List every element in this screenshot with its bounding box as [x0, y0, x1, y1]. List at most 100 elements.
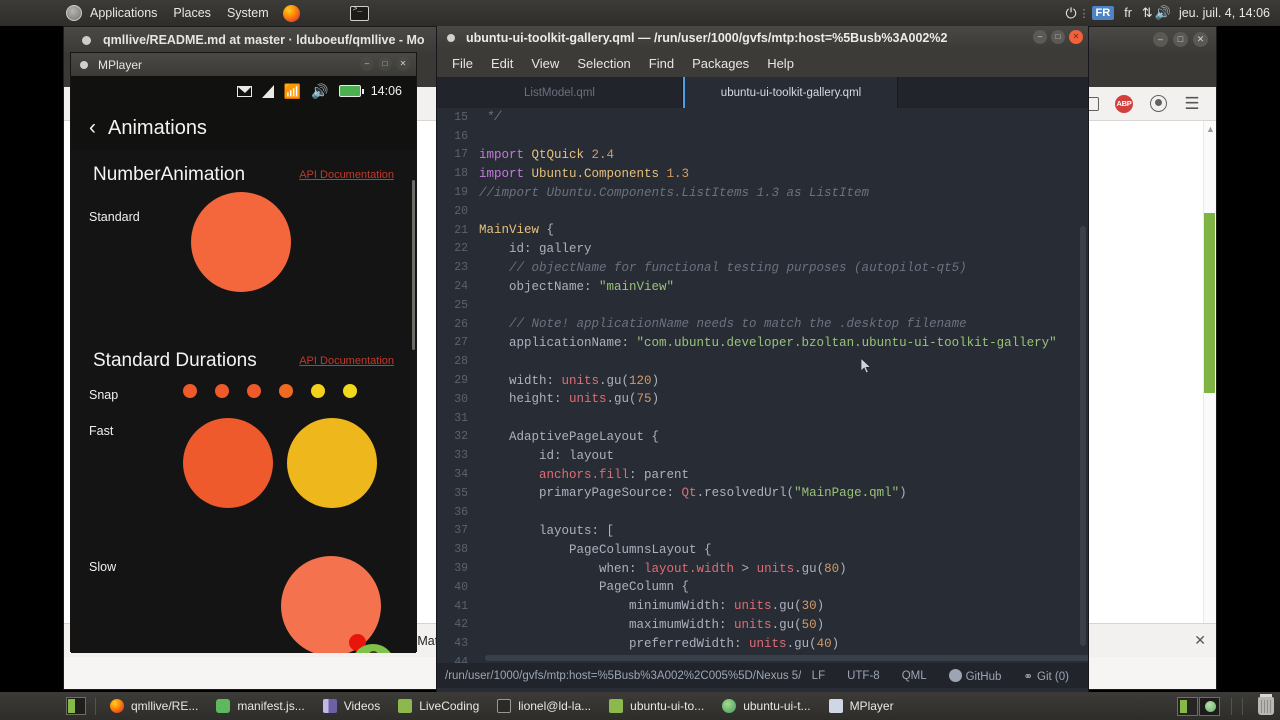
code-text[interactable]: //import Ubuntu.Components.ListItems 1.3… — [479, 186, 869, 200]
maximize-button[interactable]: □ — [378, 57, 392, 71]
menu-applications[interactable]: Applications — [82, 3, 165, 23]
code-line[interactable]: 41 minimumWidth: units.gu(30) — [437, 597, 1088, 616]
maximize-button[interactable]: □ — [1051, 30, 1065, 44]
maximize-button[interactable]: □ — [1173, 32, 1188, 47]
editor-window-controls[interactable]: – □ ✕ — [1033, 30, 1083, 44]
code-text[interactable]: height: units.gu(75) — [479, 392, 659, 406]
phone-scrollbar[interactable] — [412, 150, 415, 653]
code-text[interactable]: import QtQuick 2.4 — [479, 148, 614, 162]
workspace-switcher[interactable] — [1177, 696, 1220, 716]
code-line[interactable]: 33 id: layout — [437, 446, 1088, 465]
api-documentation-link[interactable]: API Documentation — [299, 169, 394, 181]
task-button[interactable]: ubuntu-ui-t... — [713, 697, 819, 715]
horizontal-scrollbar[interactable] — [485, 655, 1088, 661]
code-line[interactable]: 36 — [437, 503, 1088, 522]
minimize-button[interactable]: – — [360, 57, 374, 71]
menu-edit[interactable]: Edit — [482, 53, 522, 74]
close-button[interactable]: ✕ — [1193, 32, 1208, 47]
code-line[interactable]: 38 PageColumnsLayout { — [437, 540, 1088, 559]
firefox-window-controls[interactable]: – □ ✕ — [1153, 32, 1208, 47]
keyboard-layout-secondary[interactable]: fr — [1116, 3, 1140, 23]
minimize-button[interactable]: – — [1033, 30, 1047, 44]
window-menu-icon[interactable] — [82, 35, 91, 45]
code-line[interactable]: 28 — [437, 352, 1088, 371]
back-icon[interactable]: ‹ — [89, 116, 96, 140]
mplayer-window[interactable]: MPlayer – □ ✕ 📶 🔊 14:06 ‹ Animations Num… — [70, 52, 417, 653]
code-text[interactable]: PageColumnsLayout { — [479, 543, 712, 557]
task-button[interactable]: manifest.js... — [207, 697, 313, 715]
menu-icon[interactable]: ☰ — [1182, 94, 1202, 114]
task-button[interactable]: qmllive/RE... — [101, 697, 207, 715]
code-line[interactable]: 42 maximumWidth: units.gu(50) — [437, 616, 1088, 635]
close-button[interactable]: ✕ — [396, 57, 410, 71]
network-icon[interactable]: ⇅ — [1142, 5, 1153, 21]
code-line[interactable]: 32 AdaptivePageLayout { — [437, 428, 1088, 447]
status-file-path[interactable]: /run/user/1000/gvfs/mtp:host=%5Busb%3A00… — [445, 670, 801, 682]
code-line[interactable]: 19 //import Ubuntu.Components.ListItems 1… — [437, 183, 1088, 202]
code-line[interactable]: 22 id: gallery — [437, 240, 1088, 259]
status-line-ending[interactable]: LF — [801, 670, 836, 682]
adblock-plus-icon[interactable]: ABP — [1114, 94, 1134, 114]
mplayer-titlebar[interactable]: MPlayer – □ ✕ — [71, 53, 416, 76]
status-github[interactable]: GitHub — [938, 668, 1013, 683]
code-text[interactable]: // objectName for functional testing pur… — [479, 261, 967, 275]
code-line[interactable]: 25 — [437, 296, 1088, 315]
window-menu-icon[interactable] — [80, 60, 88, 69]
terminal-icon[interactable] — [349, 5, 369, 21]
code-text[interactable]: AdaptivePageLayout { — [479, 430, 659, 444]
editor-status-bar[interactable]: /run/user/1000/gvfs/mtp:host=%5Busb%3A00… — [437, 663, 1088, 688]
task-button[interactable]: ubuntu-ui-to... — [600, 697, 713, 715]
code-line[interactable]: 16 — [437, 127, 1088, 146]
firefox-scrollbar[interactable]: ▲ ▼ — [1203, 121, 1216, 657]
code-line[interactable]: 24 objectName: "mainView" — [437, 277, 1088, 296]
trash-icon[interactable] — [1258, 694, 1274, 715]
code-text[interactable]: objectName: "mainView" — [479, 280, 674, 294]
panel-clock[interactable]: jeu. juil. 4, 14:06 — [1173, 6, 1270, 20]
menu-selection[interactable]: Selection — [568, 53, 639, 74]
code-line[interactable]: 21 MainView { — [437, 221, 1088, 240]
editor-tabbar[interactable]: ListModel.qml ubuntu-ui-toolkit-gallery.q… — [437, 77, 1088, 108]
scrollbar-thumb[interactable] — [1204, 213, 1215, 393]
editor-tab[interactable]: ListModel.qml — [437, 77, 683, 108]
code-line[interactable]: 26 // Note! applicationName needs to mat… — [437, 315, 1088, 334]
menu-packages[interactable]: Packages — [683, 53, 758, 74]
code-text[interactable]: preferredWidth: units.gu(40) — [479, 637, 839, 651]
task-button[interactable]: LiveCoding — [389, 697, 488, 715]
task-button[interactable]: lionel@ld-la... — [488, 697, 600, 715]
task-button-group[interactable]: qmllive/RE... manifest.js... Videos LiveCod… — [101, 697, 903, 715]
vertical-scrollbar[interactable] — [1080, 226, 1086, 646]
account-icon[interactable] — [1148, 94, 1168, 114]
code-line[interactable]: 20 — [437, 202, 1088, 221]
code-line[interactable]: 37 layouts: [ — [437, 522, 1088, 541]
code-lines[interactable]: 15 */ 16 17 import QtQuick 2.4 18 import Ubun… — [437, 108, 1088, 663]
code-line[interactable]: 17 import QtQuick 2.4 — [437, 146, 1088, 165]
gnome-taskbar[interactable]: qmllive/RE... manifest.js... Videos LiveCod… — [0, 692, 1280, 720]
workspace-1[interactable] — [1177, 696, 1198, 716]
code-text[interactable]: id: gallery — [479, 242, 592, 256]
status-git[interactable]: ⚭ Git (0) — [1012, 669, 1080, 683]
atom-editor-window[interactable]: ubuntu-ui-toolkit-gallery.qml — /run/use… — [436, 24, 1089, 693]
code-line[interactable]: 18 import Ubuntu.Components 1.3 — [437, 164, 1088, 183]
firefox-icon[interactable] — [282, 4, 300, 22]
volume-icon[interactable]: 🔊 — [1155, 5, 1171, 21]
code-text[interactable]: id: layout — [479, 449, 614, 463]
editor-titlebar[interactable]: ubuntu-ui-toolkit-gallery.qml — /run/use… — [437, 25, 1088, 50]
code-text[interactable]: import Ubuntu.Components 1.3 — [479, 167, 689, 181]
code-line[interactable]: 27 applicationName: "com.ubuntu.develope… — [437, 334, 1088, 353]
api-documentation-link[interactable]: API Documentation — [299, 355, 394, 367]
menu-file[interactable]: File — [443, 53, 482, 74]
task-button[interactable]: Videos — [314, 697, 389, 715]
close-button[interactable]: ✕ — [1069, 30, 1083, 44]
code-line[interactable]: 31 — [437, 409, 1088, 428]
menu-system[interactable]: System — [219, 3, 277, 23]
minimize-button[interactable]: – — [1153, 32, 1168, 47]
menu-find[interactable]: Find — [640, 53, 683, 74]
code-line[interactable]: 34 anchors.fill: parent — [437, 465, 1088, 484]
code-text[interactable]: */ — [479, 110, 502, 124]
power-icon[interactable]: ⏻ — [1065, 5, 1076, 22]
code-line[interactable]: 15 */ — [437, 108, 1088, 127]
status-encoding[interactable]: UTF-8 — [836, 670, 891, 682]
editor-menubar[interactable]: File Edit View Selection Find Packages Help — [437, 50, 1088, 77]
window-menu-icon[interactable] — [447, 33, 455, 42]
taskbar-right-group[interactable] — [1177, 694, 1280, 716]
